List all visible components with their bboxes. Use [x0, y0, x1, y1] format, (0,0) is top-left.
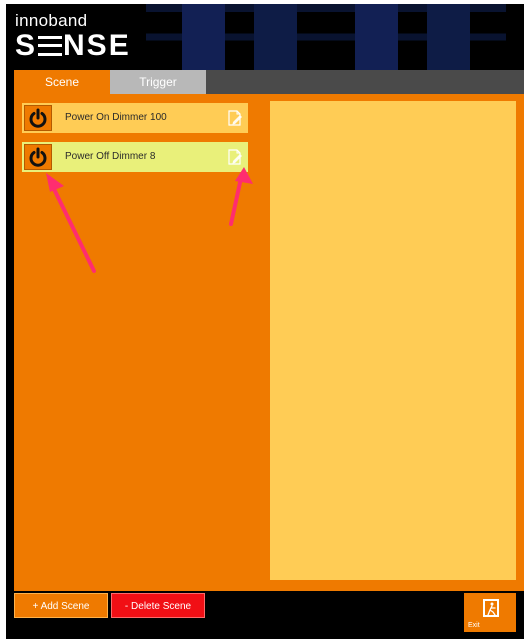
scene-list-item-power-off-dimmer-8[interactable]: Power Off Dimmer 8 [22, 142, 248, 172]
exit-door-icon [483, 599, 499, 617]
scene-list-item-power-on-dimmer-100[interactable]: Power On Dimmer 100 [22, 103, 248, 133]
exit-label: Exit [468, 622, 480, 629]
power-icon [29, 147, 47, 167]
edit-document-icon[interactable] [227, 149, 243, 165]
annotation-arrow-power-button [46, 173, 96, 273]
brand-main-text: S NSE [15, 31, 131, 61]
sense-logo-e-mark [38, 36, 63, 56]
delete-scene-button[interactable]: - Delete Scene [111, 593, 205, 618]
brand-main-remaining-letters: NSE [63, 29, 131, 62]
scene-trigger-tabbar: Scene Trigger [14, 70, 524, 94]
brand-top-text: innoband [15, 11, 88, 30]
exit-button[interactable]: Exit [464, 593, 516, 632]
header-background-art [146, 4, 506, 70]
add-scene-button[interactable]: + Add Scene [14, 593, 108, 618]
edit-document-icon[interactable] [227, 110, 243, 126]
annotation-arrow-edit-icon [229, 167, 253, 226]
power-button[interactable] [24, 105, 52, 131]
scene-label: Power On Dimmer 100 [65, 112, 167, 123]
scene-label: Power Off Dimmer 8 [65, 151, 156, 162]
innoband-sense-app: innoband S NSE Scene Trigger Power On Dim… [6, 4, 524, 639]
scene-content-area: Power On Dimmer 100 Power Off Dimmer 8 [14, 94, 524, 591]
innoband-sense-logo: innoband S NSE [15, 12, 131, 61]
scene-detail-panel [270, 101, 516, 580]
brand-main-first-letter: S [15, 29, 38, 62]
power-button[interactable] [24, 144, 52, 170]
tab-trigger[interactable]: Trigger [110, 70, 206, 94]
tab-scene[interactable]: Scene [14, 70, 110, 94]
power-icon [29, 108, 47, 128]
